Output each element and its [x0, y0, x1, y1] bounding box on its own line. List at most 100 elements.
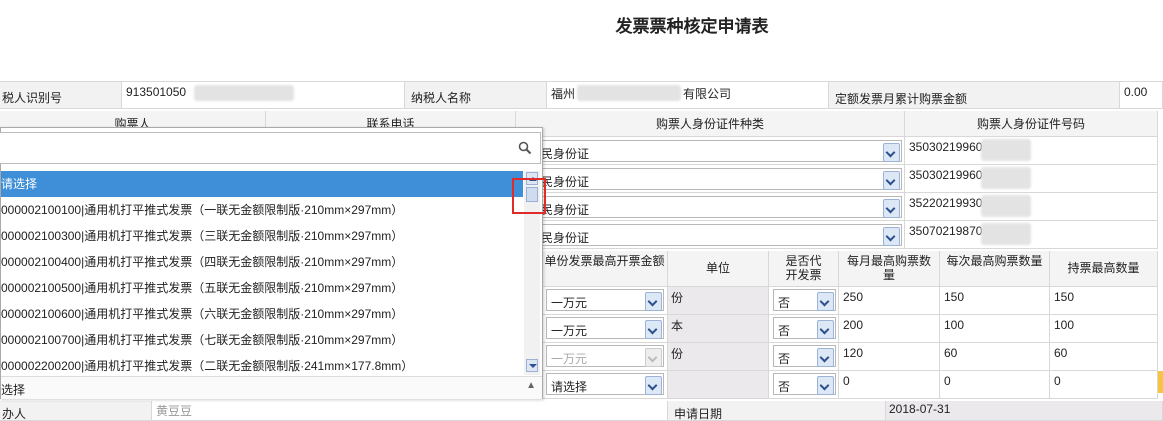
- max-amount-cell: 请选择: [542, 371, 668, 399]
- redacted-mask: [577, 85, 681, 101]
- id-type-text: 民身份证: [541, 147, 590, 161]
- proxy-select[interactable]: 否: [773, 345, 836, 367]
- dropdown-arrow-icon: [817, 292, 834, 311]
- max-amount-text: 请选择: [551, 380, 588, 394]
- dropdown-arrow-icon: [883, 171, 900, 190]
- page-title: 发票票种核定申请表: [615, 17, 769, 36]
- hold-max-input[interactable]: 60: [1050, 343, 1158, 371]
- redacted-mask: [981, 195, 1031, 217]
- id-number-text: 35070219870: [909, 224, 983, 238]
- id-type-header: 购票人身份证件种类: [516, 111, 905, 137]
- max-amount-text: 一万元: [551, 324, 588, 338]
- max-amount-select[interactable]: 请选择: [546, 373, 664, 395]
- taxpayer-name-field[interactable]: 福州 有限公司: [547, 81, 829, 109]
- redacted-mask: [981, 139, 1031, 161]
- id-type-cell: 民身份证: [516, 221, 905, 249]
- handler-label: 办人: [0, 401, 152, 421]
- proxy-select[interactable]: 否: [773, 373, 836, 395]
- id-number-field[interactable]: 35030219960: [905, 165, 1158, 193]
- dropdown-option[interactable]: 000002200200|通用机打平推式发票（二联无金额限制版·241mm×17…: [1, 353, 523, 375]
- dropdown-arrow-icon: [883, 227, 900, 246]
- dropdown-option[interactable]: 请选择: [1, 171, 523, 197]
- dropdown-arrow-icon: [817, 376, 834, 395]
- proxy-select[interactable]: 否: [773, 289, 836, 311]
- taxpayer-name-suffix: 有限公司: [683, 87, 732, 101]
- hold-max-input[interactable]: 100: [1050, 315, 1158, 343]
- dropdown-options: 请选择 000002100100|通用机打平推式发票（一联无金额限制版·210m…: [1, 171, 523, 375]
- dropdown-search-input[interactable]: [0, 132, 541, 164]
- hold-max-input[interactable]: 0: [1050, 371, 1158, 399]
- date-field: 2018-07-31: [886, 401, 1163, 421]
- chevron-down-icon: ▲: [526, 380, 536, 391]
- dropdown-arrow-icon: [817, 320, 834, 339]
- taxpayer-name-prefix: 福州: [551, 87, 576, 101]
- dropdown-option[interactable]: 000002100400|通用机打平推式发票（四联无金额限制版·210mm×29…: [1, 249, 523, 275]
- max-amount-text: 一万元: [551, 352, 588, 366]
- per-max-input[interactable]: 0: [940, 371, 1050, 399]
- max-amount-text: 一万元: [551, 296, 588, 310]
- unit-cell: [668, 371, 769, 399]
- dropdown-arrow-icon: [645, 376, 662, 395]
- id-type-cell: 民身份证: [516, 193, 905, 221]
- unit-header: 单位: [668, 251, 769, 287]
- proxy-text: 否: [778, 352, 791, 366]
- proxy-select[interactable]: 否: [773, 317, 836, 339]
- per-max-input[interactable]: 100: [940, 315, 1050, 343]
- invoice-type-dropdown: 请选择 000002100100|通用机打平推式发票（一联无金额限制版·210m…: [0, 127, 543, 399]
- id-number-header: 购票人身份证件号码: [905, 111, 1158, 137]
- monthly-max-input[interactable]: 120: [839, 343, 940, 371]
- taxpayer-id-value: 913501050: [126, 85, 187, 99]
- dropdown-option[interactable]: 000002100500|通用机打平推式发票（五联无金额限制版·210mm×29…: [1, 275, 523, 301]
- dropdown-option[interactable]: 000002100600|通用机打平推式发票（六联无金额限制版·210mm×29…: [1, 301, 523, 327]
- id-type-select[interactable]: 民身份证: [536, 140, 902, 162]
- scroll-down-icon[interactable]: [526, 359, 538, 372]
- taxpayer-name-label: 纳税人名称: [405, 81, 547, 109]
- id-number-text: 35220219930: [909, 196, 983, 210]
- monthly-max-input[interactable]: 0: [839, 371, 940, 399]
- dropdown-option[interactable]: 000002100100|通用机打平推式发票（一联无金额限制版·210mm×29…: [1, 197, 523, 223]
- max-amount-cell: 一万元: [542, 287, 668, 315]
- max-amount-select[interactable]: 一万元: [546, 345, 664, 367]
- id-number-field[interactable]: 35030219960: [905, 137, 1158, 165]
- dropdown-arrow-icon: [645, 348, 662, 367]
- monthly-max-input[interactable]: 250: [839, 287, 940, 315]
- per-max-input[interactable]: 150: [940, 287, 1050, 315]
- dropdown-arrow-icon: [645, 292, 662, 311]
- id-type-text: 民身份证: [541, 203, 590, 217]
- id-number-field[interactable]: 35220219930: [905, 193, 1158, 221]
- proxy-text: 否: [778, 296, 791, 310]
- dropdown-arrow-icon: [883, 199, 900, 218]
- id-number-field[interactable]: 35070219870: [905, 221, 1158, 249]
- max-amount-cell: 一万元: [542, 343, 668, 371]
- dropdown-option[interactable]: 000002100300|通用机打平推式发票（三联无金额限制版·210mm×29…: [1, 223, 523, 249]
- taxpayer-id-label: 税人识别号: [0, 81, 122, 109]
- taxpayer-id-field[interactable]: 913501050: [122, 81, 405, 109]
- monthly-max-input[interactable]: 200: [839, 315, 940, 343]
- id-number-text: 35030219960: [909, 168, 983, 182]
- id-type-cell: 民身份证: [516, 165, 905, 193]
- proxy-text: 否: [778, 380, 791, 394]
- id-type-select[interactable]: 民身份证: [536, 224, 902, 246]
- max-amount-select[interactable]: 一万元: [546, 317, 664, 339]
- id-type-select[interactable]: 民身份证: [536, 168, 902, 190]
- date-label: 申请日期: [668, 401, 886, 421]
- warning-marker: [1158, 371, 1163, 393]
- monthly-max-header: 每月最高购票数量: [839, 251, 940, 287]
- per-max-header: 每次最高购票数量: [940, 251, 1050, 287]
- id-type-select[interactable]: 民身份证: [536, 196, 902, 218]
- monthly-amount-value[interactable]: 0.00: [1120, 81, 1163, 109]
- max-amount-select[interactable]: 一万元: [546, 289, 664, 311]
- proxy-header: 是否代开发票: [769, 251, 839, 287]
- dropdown-option[interactable]: 000002100700|通用机打平推式发票（七联无金额限制版·210mm×29…: [1, 327, 523, 353]
- invoice-type-select[interactable]: 选择 ▲: [1, 376, 542, 399]
- search-icon: [518, 141, 532, 155]
- invoice-type-selected-text: 选择: [1, 383, 26, 397]
- hold-max-input[interactable]: 150: [1050, 287, 1158, 315]
- per-max-input[interactable]: 60: [940, 343, 1050, 371]
- unit-cell: 份: [668, 287, 769, 315]
- id-type-text: 民身份证: [541, 231, 590, 245]
- redacted-mask: [981, 167, 1031, 189]
- proxy-cell: 否: [769, 287, 839, 315]
- proxy-cell: 否: [769, 343, 839, 371]
- handler-field[interactable]: 黄豆豆: [152, 401, 668, 421]
